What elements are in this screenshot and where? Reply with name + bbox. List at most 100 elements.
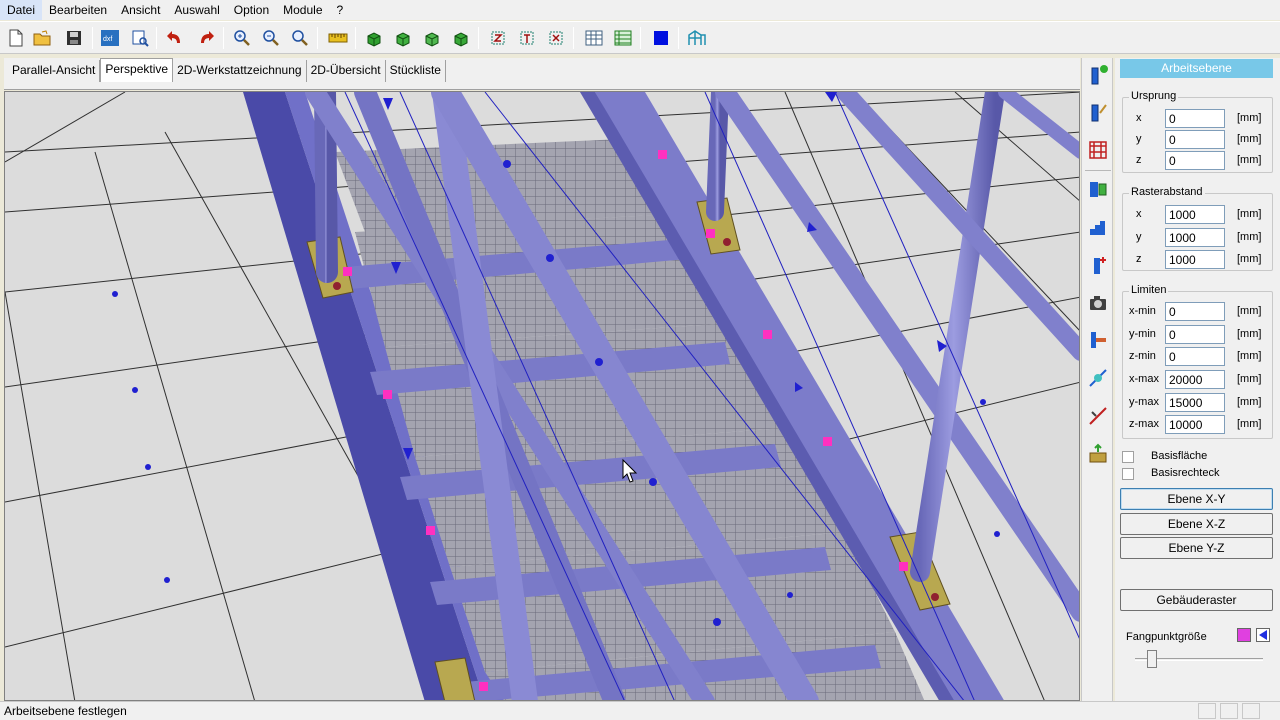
tab-parallel-ansicht[interactable]: Parallel-Ansicht xyxy=(8,60,101,82)
raster-z-unit: [mm] xyxy=(1237,253,1262,265)
view-cube-2-icon[interactable] xyxy=(391,26,415,50)
color-blue-icon[interactable] xyxy=(649,26,673,50)
print-preview-icon[interactable] xyxy=(128,26,152,50)
table-list-icon[interactable] xyxy=(611,26,635,50)
view-cube-3-icon[interactable] xyxy=(420,26,444,50)
limit-xmax-input[interactable] xyxy=(1165,370,1225,389)
limit-zmin-row: z-min [mm] xyxy=(1123,347,1273,367)
stair-3d-scene xyxy=(5,92,1079,700)
origin-group: Ursprung x [mm] y [mm] z [mm] xyxy=(1122,90,1273,173)
measure-icon[interactable] xyxy=(326,26,350,50)
menu-bar: Datei Bearbeiten Ansicht Auswahl Option … xyxy=(0,0,1280,20)
basisrechteck-checkbox[interactable] xyxy=(1122,468,1134,480)
limit-zmax-row: z-max [mm] xyxy=(1123,415,1273,435)
grid-icon[interactable] xyxy=(1085,136,1111,164)
raster-y-input[interactable] xyxy=(1165,228,1225,247)
svg-text:dxf: dxf xyxy=(103,36,112,43)
main-toolbar: dxf xyxy=(0,21,1280,54)
limit-ymax-row: y-max [mm] xyxy=(1123,393,1273,413)
line-cut-icon[interactable] xyxy=(1085,402,1111,430)
tab-perspektive[interactable]: Perspektive xyxy=(100,58,174,82)
snap-size-slider-thumb[interactable] xyxy=(1147,650,1157,668)
limit-xmax-unit: [mm] xyxy=(1237,373,1262,385)
tab-2d-uebersicht[interactable]: 2D-Übersicht xyxy=(307,60,386,82)
panel-header: Arbeitsebene xyxy=(1120,59,1273,78)
table-grid-icon[interactable] xyxy=(582,26,606,50)
limit-xmin-input[interactable] xyxy=(1165,302,1225,321)
snap-color-swatch[interactable] xyxy=(1237,628,1251,642)
zoom-fit-icon[interactable] xyxy=(288,26,312,50)
menu-help[interactable]: ? xyxy=(330,0,351,20)
new-file-icon[interactable] xyxy=(4,26,28,50)
profile-icon[interactable] xyxy=(1085,175,1111,203)
raster-group-title: Rasterabstand xyxy=(1129,186,1205,198)
origin-group-title: Ursprung xyxy=(1129,90,1179,102)
status-bar: Arbeitsebene festlegen xyxy=(0,701,1280,720)
limit-xmin-unit: [mm] xyxy=(1237,305,1262,317)
limit-zmin-input[interactable] xyxy=(1165,347,1225,366)
origin-z-label: z xyxy=(1136,154,1142,166)
limit-zmax-label: z-max xyxy=(1129,418,1159,430)
snap-icon[interactable] xyxy=(1085,364,1111,392)
tab-stueckliste[interactable]: Stückliste xyxy=(386,60,446,82)
menu-module[interactable]: Module xyxy=(276,0,329,20)
limit-ymin-row: y-min [mm] xyxy=(1123,325,1273,345)
limit-ymax-unit: [mm] xyxy=(1237,396,1262,408)
limit-zmax-input[interactable] xyxy=(1165,415,1225,434)
raster-x-input[interactable] xyxy=(1165,205,1225,224)
beam-edit-icon[interactable] xyxy=(1085,98,1111,126)
limits-group: Limiten x-min [mm] y-min [mm] z-min [mm]… xyxy=(1122,284,1273,439)
export-icon[interactable] xyxy=(1085,440,1111,468)
zoom-in-icon[interactable] xyxy=(230,26,254,50)
menu-ansicht[interactable]: Ansicht xyxy=(114,0,167,20)
menu-datei[interactable]: Datei xyxy=(0,0,43,20)
open-folder-icon[interactable] xyxy=(30,26,54,50)
plane-xy-button[interactable]: Ebene X-Y xyxy=(1120,488,1273,510)
basisflaeche-checkbox[interactable] xyxy=(1122,451,1134,463)
tab-strip-border xyxy=(4,82,1080,90)
limit-ymin-unit: [mm] xyxy=(1237,328,1262,340)
select-mode-2-icon[interactable] xyxy=(515,26,539,50)
camera-icon[interactable] xyxy=(1085,289,1111,317)
origin-z-input[interactable] xyxy=(1165,151,1225,170)
perspective-viewport[interactable] xyxy=(4,91,1080,701)
origin-z-unit: [mm] xyxy=(1237,154,1262,166)
raster-z-input[interactable] xyxy=(1165,250,1225,269)
structure-icon[interactable] xyxy=(685,26,709,50)
snap-arrow-swatch[interactable] xyxy=(1256,628,1270,642)
select-mode-3-icon[interactable] xyxy=(544,26,568,50)
redo-icon[interactable] xyxy=(194,26,218,50)
menu-bearbeiten[interactable]: Bearbeiten xyxy=(42,0,114,20)
view-cube-4-icon[interactable] xyxy=(449,26,473,50)
menu-option[interactable]: Option xyxy=(227,0,276,20)
column-add-icon[interactable] xyxy=(1085,251,1111,279)
stair-icon[interactable] xyxy=(1085,213,1111,241)
select-mode-1-icon[interactable] xyxy=(486,26,510,50)
limit-xmax-row: x-max [mm] xyxy=(1123,370,1273,390)
origin-x-row: x [mm] xyxy=(1123,109,1273,129)
view-cube-1-icon[interactable] xyxy=(362,26,386,50)
origin-y-input[interactable] xyxy=(1165,130,1225,149)
connection-icon[interactable] xyxy=(1085,326,1111,354)
save-icon[interactable] xyxy=(62,26,86,50)
raster-y-label: y xyxy=(1136,231,1142,243)
menu-auswahl[interactable]: Auswahl xyxy=(167,0,226,20)
plane-yz-button[interactable]: Ebene Y-Z xyxy=(1120,537,1273,559)
beam-add-icon[interactable] xyxy=(1085,61,1111,89)
zoom-out-icon[interactable] xyxy=(259,26,283,50)
raster-x-unit: [mm] xyxy=(1237,208,1262,220)
tab-2d-werkstattzeichnung[interactable]: 2D-Werkstattzeichnung xyxy=(173,60,307,82)
limit-ymin-input[interactable] xyxy=(1165,325,1225,344)
limit-ymax-input[interactable] xyxy=(1165,393,1225,412)
undo-icon[interactable] xyxy=(163,26,187,50)
raster-z-row: z [mm] xyxy=(1123,250,1273,270)
snap-size-label: Fangpunktgröße xyxy=(1126,631,1207,643)
raster-group: Rasterabstand x [mm] y [mm] z [mm] xyxy=(1122,186,1273,271)
origin-x-input[interactable] xyxy=(1165,109,1225,128)
dxf-export-icon[interactable]: dxf xyxy=(98,26,122,50)
origin-y-row: y [mm] xyxy=(1123,130,1273,150)
building-grid-button[interactable]: Gebäuderaster xyxy=(1120,589,1273,611)
limit-zmin-unit: [mm] xyxy=(1237,350,1262,362)
plane-xz-button[interactable]: Ebene X-Z xyxy=(1120,513,1273,535)
limit-ymax-label: y-max xyxy=(1129,396,1159,408)
